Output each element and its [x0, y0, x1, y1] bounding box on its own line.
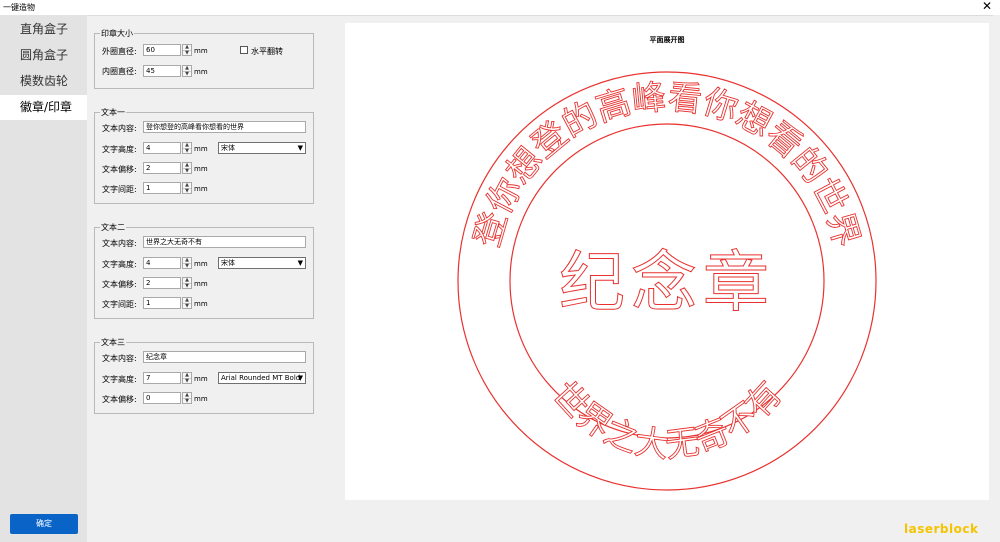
text3-offset-input[interactable]: 0 — [143, 392, 181, 404]
text1-offset-stepper[interactable]: ▲ ▼ — [182, 162, 192, 174]
sidebar-item-right-angle-box[interactable]: 直角盒子 — [0, 17, 87, 42]
stamp-top-text: 登你想登的高峰看你想看的世界 — [467, 77, 866, 251]
text2-offset-stepper[interactable]: ▲ ▼ — [182, 277, 192, 289]
text2-spacing-stepper[interactable]: ▲ ▼ — [182, 297, 192, 309]
sidebar-item-rounded-box[interactable]: 圆角盒子 — [0, 43, 87, 68]
group-title: 文本二 — [100, 222, 126, 233]
content-label: 文本内容: — [102, 354, 137, 363]
stamp-preview: 登你想登的高峰看你想看的世界 纪念章 世界之大无奇不有 — [457, 71, 877, 491]
window-title: 一键造物 — [3, 3, 35, 12]
unit-label: mm — [194, 47, 208, 55]
sidebar-item-badge-stamp[interactable]: 徽章/印章 — [0, 95, 87, 120]
offset-label: 文本偏移: — [102, 280, 137, 289]
text1-spacing-input[interactable]: 1 — [143, 182, 181, 194]
scrollbar[interactable] — [993, 15, 1000, 375]
font-value: Arial Rounded MT Bold — [221, 374, 301, 382]
chevron-down-icon[interactable]: ▼ — [183, 398, 191, 404]
chevron-down-icon[interactable]: ▼ — [183, 168, 191, 174]
stamp-center-text: 纪念章 — [559, 244, 775, 321]
stamp-size-group: 印章大小 外圈直径: 60 ▲ ▼ mm 水平翻转 内圈直径: 45 ▲ ▼ mm — [94, 28, 314, 89]
text3-content-input[interactable]: 纪念章 — [143, 351, 306, 363]
font-value: 宋体 — [221, 259, 235, 267]
content-label: 文本内容: — [102, 239, 137, 248]
font-value: 宋体 — [221, 144, 235, 152]
text1-content-input[interactable]: 登你想登的高峰看你想看的世界 — [143, 121, 306, 133]
flip-label: 水平翻转 — [251, 47, 283, 56]
chevron-down-icon: ▼ — [297, 259, 303, 267]
chevron-down-icon[interactable]: ▼ — [183, 263, 191, 269]
spacing-label: 文字间距: — [102, 300, 137, 309]
text2-group: 文本二 文本内容: 世界之大无奇不有 文字高度: 4 ▲ ▼ mm 宋体 ▼ 文本偏… — [94, 222, 314, 319]
stamp-bottom-textpath: 世界之大无奇不有 — [543, 374, 790, 467]
unit-label: mm — [194, 300, 208, 308]
content-label: 文本内容: — [102, 124, 137, 133]
sidebar: 直角盒子 圆角盒子 模数齿轮 徽章/印章 — [0, 15, 87, 542]
text1-group: 文本一 文本内容: 登你想登的高峰看你想看的世界 文字高度: 4 ▲ ▼ mm 宋… — [94, 107, 314, 204]
text1-offset-input[interactable]: 2 — [143, 162, 181, 174]
inner-diameter-stepper[interactable]: ▲ ▼ — [182, 65, 192, 77]
title-bar: 一键造物 ✕ — [0, 0, 1000, 16]
group-title: 印章大小 — [100, 28, 134, 39]
confirm-button[interactable]: 确定 — [10, 514, 78, 534]
inner-diameter-input[interactable]: 45 — [143, 65, 181, 77]
stamp-bottom-text: 世界之大无奇不有 — [544, 374, 790, 466]
unit-label: mm — [194, 375, 208, 383]
offset-label: 文本偏移: — [102, 165, 137, 174]
text3-height-stepper[interactable]: ▲ ▼ — [182, 372, 192, 384]
chevron-down-icon[interactable]: ▼ — [183, 378, 191, 384]
unit-label: mm — [194, 185, 208, 193]
outer-diameter-stepper[interactable]: ▲ ▼ — [182, 44, 192, 56]
stamp-top-textpath: 登你想登的高峰看你想看的世界 — [467, 77, 867, 252]
outer-diameter-label: 外圈直径: — [102, 47, 137, 56]
text1-height-stepper[interactable]: ▲ ▼ — [182, 142, 192, 154]
chevron-down-icon[interactable]: ▼ — [183, 71, 191, 77]
text3-height-input[interactable]: 7 — [143, 372, 181, 384]
watermark-logo: laserblock — [904, 522, 979, 536]
flip-checkbox[interactable] — [240, 46, 248, 54]
chevron-down-icon: ▼ — [297, 144, 303, 152]
text2-height-stepper[interactable]: ▲ ▼ — [182, 257, 192, 269]
group-title: 文本一 — [100, 107, 126, 118]
text3-font-select[interactable]: Arial Rounded MT Bold ▼ — [218, 372, 306, 384]
chevron-down-icon: ▼ — [297, 374, 303, 382]
height-label: 文字高度: — [102, 375, 137, 384]
height-label: 文字高度: — [102, 260, 137, 269]
text2-font-select[interactable]: 宋体 ▼ — [218, 257, 306, 269]
outer-diameter-input[interactable]: 60 — [143, 44, 181, 56]
height-label: 文字高度: — [102, 145, 137, 154]
close-icon[interactable]: ✕ — [982, 0, 992, 13]
text2-content-input[interactable]: 世界之大无奇不有 — [143, 236, 306, 248]
chevron-down-icon[interactable]: ▼ — [183, 148, 191, 154]
offset-label: 文本偏移: — [102, 395, 137, 404]
text2-spacing-input[interactable]: 1 — [143, 297, 181, 309]
text2-height-input[interactable]: 4 — [143, 257, 181, 269]
text1-height-input[interactable]: 4 — [143, 142, 181, 154]
text1-spacing-stepper[interactable]: ▲ ▼ — [182, 182, 192, 194]
preview-canvas: 平面展开图 登你想登的高峰看你想看的世界 纪念章 世界之大无奇不有 — [345, 23, 989, 500]
unit-label: mm — [194, 280, 208, 288]
text3-offset-stepper[interactable]: ▲ ▼ — [182, 392, 192, 404]
text2-offset-input[interactable]: 2 — [143, 277, 181, 289]
unit-label: mm — [194, 395, 208, 403]
unit-label: mm — [194, 145, 208, 153]
chevron-down-icon[interactable]: ▼ — [183, 188, 191, 194]
spacing-label: 文字间距: — [102, 185, 137, 194]
chevron-down-icon[interactable]: ▼ — [183, 303, 191, 309]
group-title: 文本三 — [100, 337, 126, 348]
text3-group: 文本三 文本内容: 纪念章 文字高度: 7 ▲ ▼ mm Arial Rounde… — [94, 337, 314, 414]
unit-label: mm — [194, 260, 208, 268]
unit-label: mm — [194, 68, 208, 76]
chevron-down-icon[interactable]: ▼ — [183, 283, 191, 289]
chevron-down-icon[interactable]: ▼ — [183, 50, 191, 56]
inner-diameter-label: 内圈直径: — [102, 67, 137, 76]
unit-label: mm — [194, 165, 208, 173]
sidebar-item-gear[interactable]: 模数齿轮 — [0, 69, 87, 94]
text1-font-select[interactable]: 宋体 ▼ — [218, 142, 306, 154]
